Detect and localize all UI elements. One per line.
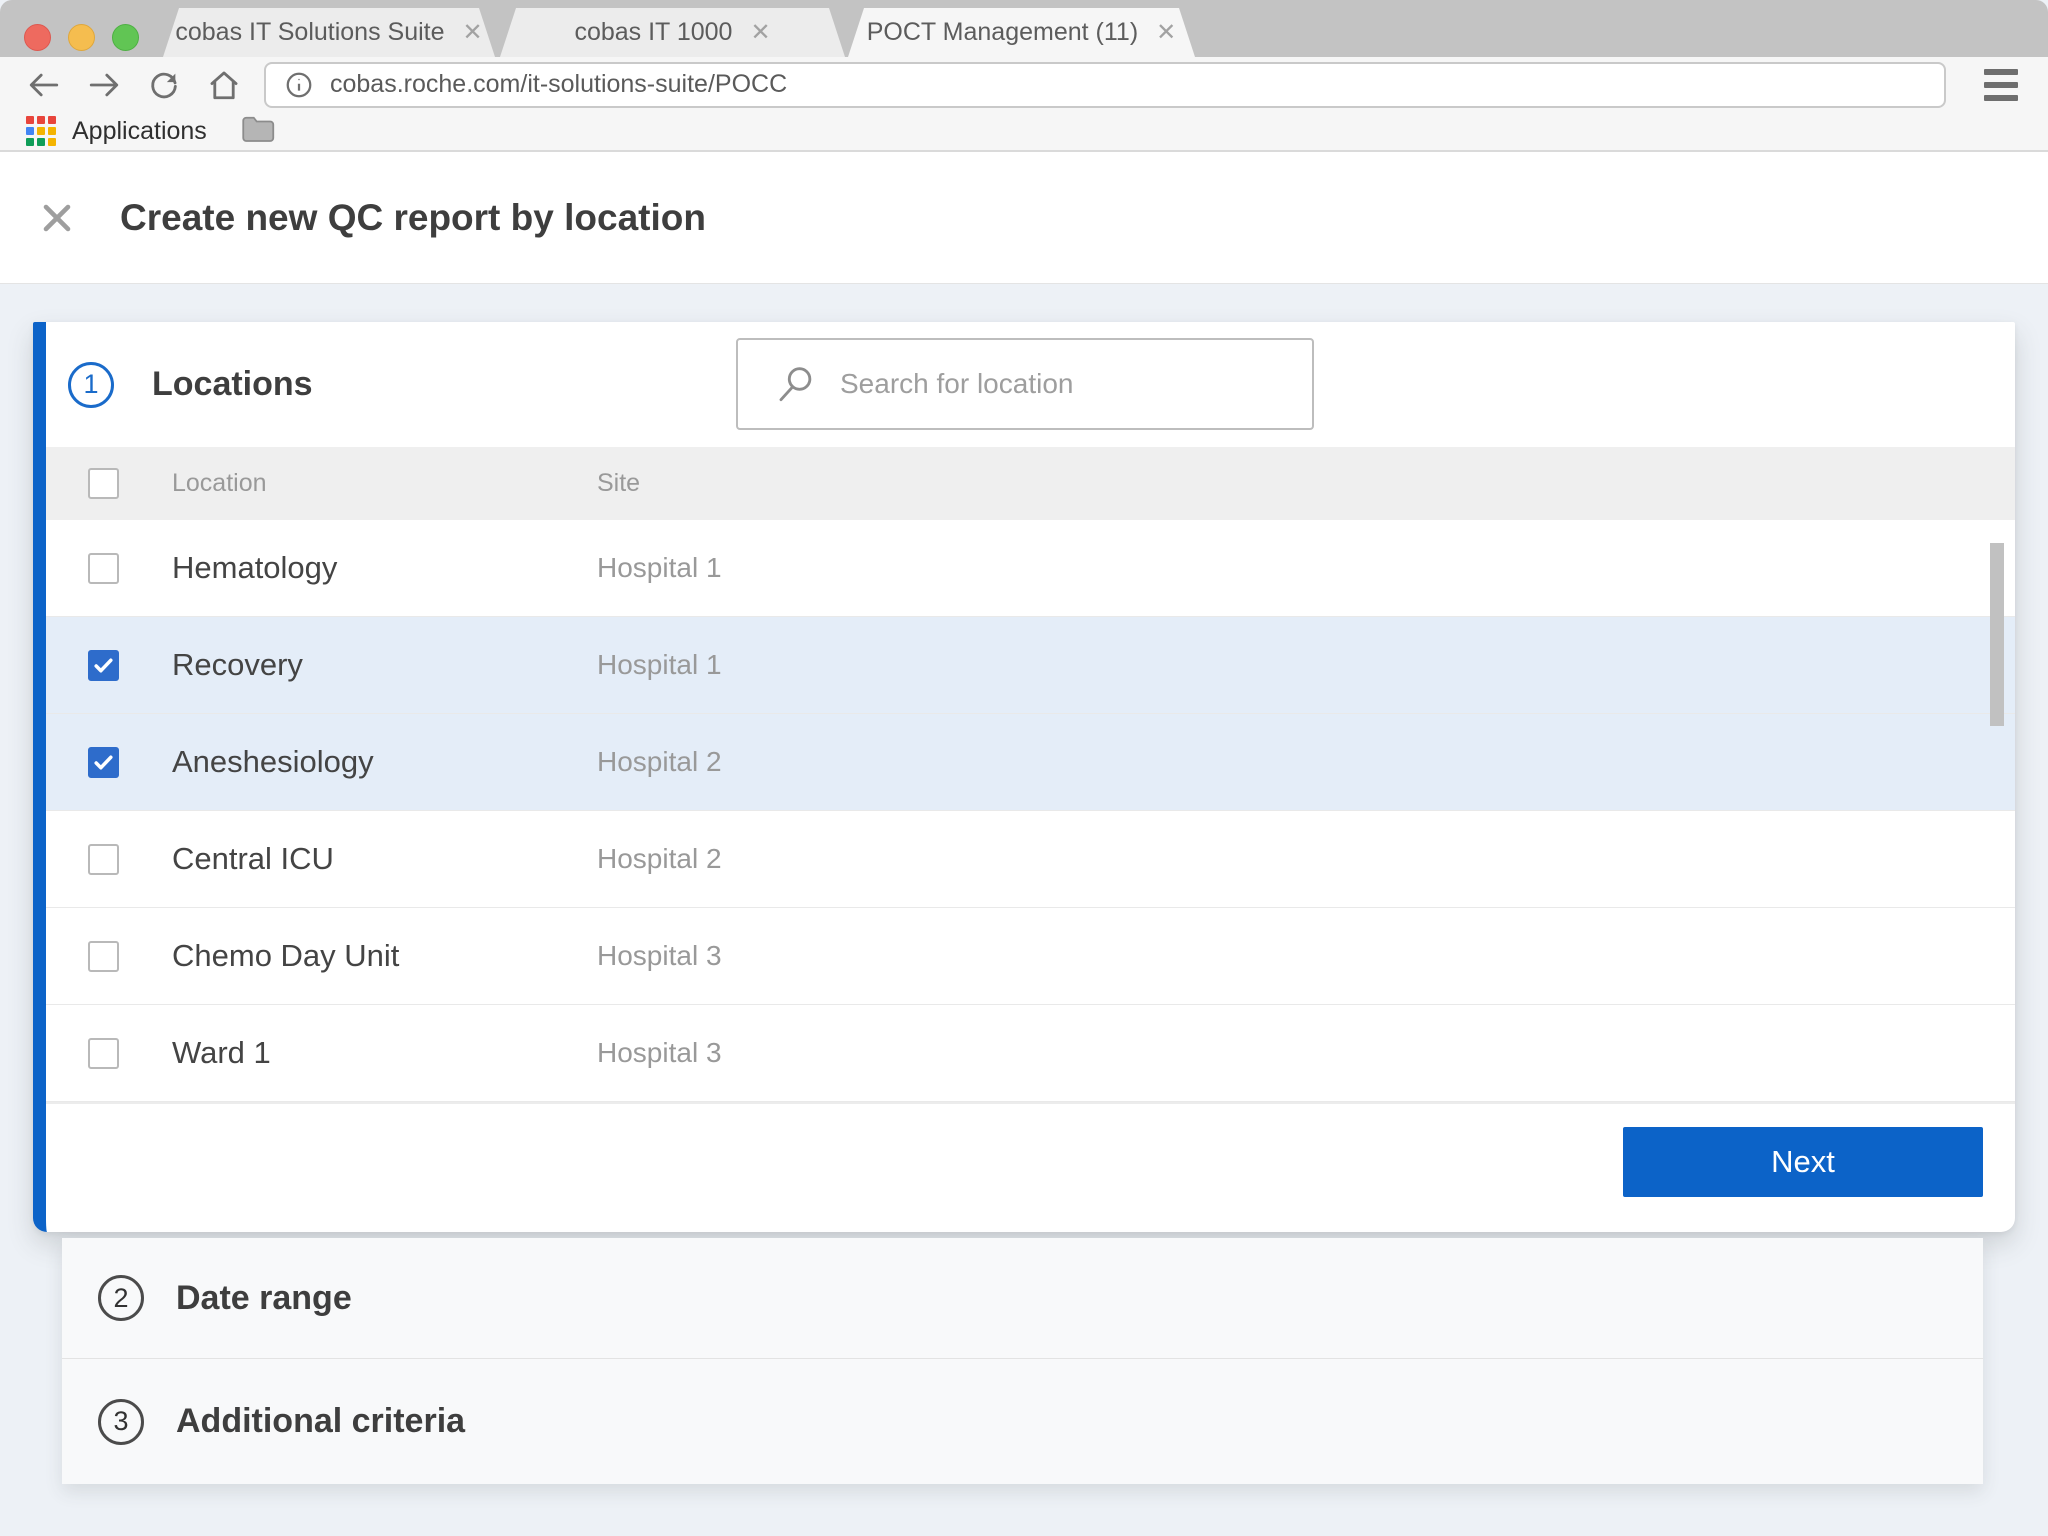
menu-icon[interactable] xyxy=(1980,65,2022,105)
step-label: Locations xyxy=(152,365,313,404)
address-bar[interactable]: cobas.roche.com/it-solutions-suite/POCC xyxy=(264,62,1946,108)
dialog-header: Create new QC report by location xyxy=(0,152,2048,284)
step-additional-criteria[interactable]: 3 Additional criteria xyxy=(62,1358,1983,1484)
bookmark-applications[interactable]: Applications xyxy=(72,117,207,146)
tab-poct-management[interactable]: POCT Management (11) ✕ xyxy=(848,8,1195,57)
location-cell: Central ICU xyxy=(172,841,597,877)
step-label: Date range xyxy=(176,1279,352,1318)
table-header-row: Location Site xyxy=(46,447,2015,520)
step-number-badge: 3 xyxy=(98,1399,144,1445)
search-icon xyxy=(776,364,816,404)
next-button[interactable]: Next xyxy=(1623,1127,1983,1197)
table-row[interactable]: Chemo Day UnitHospital 3 xyxy=(46,908,2015,1005)
step-date-range[interactable]: 2 Date range xyxy=(62,1238,1983,1358)
tab-close-icon[interactable]: ✕ xyxy=(750,21,770,45)
locations-step-panel: 1 Locations Location Site HematologyHosp… xyxy=(33,322,2015,1232)
row-checkbox[interactable] xyxy=(88,844,119,875)
step-label: Additional criteria xyxy=(176,1402,465,1441)
tab-close-icon[interactable]: ✕ xyxy=(463,21,483,45)
apps-grid-icon[interactable] xyxy=(26,116,56,146)
close-window-button[interactable] xyxy=(24,24,51,51)
row-checkbox[interactable] xyxy=(88,1038,119,1069)
table-row[interactable]: RecoveryHospital 1 xyxy=(46,617,2015,714)
minimize-window-button[interactable] xyxy=(68,24,95,51)
location-cell: Ward 1 xyxy=(172,1035,597,1071)
step-number-badge: 2 xyxy=(98,1275,144,1321)
search-input[interactable] xyxy=(840,368,1312,400)
site-cell: Hospital 1 xyxy=(597,552,2015,584)
zoom-window-button[interactable] xyxy=(112,24,139,51)
select-all-checkbox[interactable] xyxy=(88,468,119,499)
table-row[interactable]: Ward 1Hospital 3 xyxy=(46,1005,2015,1102)
tab-label: cobas IT Solutions Suite xyxy=(175,18,444,47)
window-controls xyxy=(24,24,139,51)
table-row[interactable]: HematologyHospital 1 xyxy=(46,520,2015,617)
url-text: cobas.roche.com/it-solutions-suite/POCC xyxy=(330,70,787,99)
location-cell: Recovery xyxy=(172,647,597,683)
collapsed-steps: 2 Date range 3 Additional criteria xyxy=(62,1238,1983,1484)
panel-footer: Next xyxy=(46,1102,2015,1232)
forward-icon[interactable] xyxy=(86,67,122,103)
bookmarks-bar: Applications xyxy=(0,112,2048,152)
dialog-body: 1 Locations Location Site HematologyHosp… xyxy=(0,284,2048,1533)
site-cell: Hospital 1 xyxy=(597,649,2015,681)
step-number-badge: 1 xyxy=(68,362,114,408)
info-icon xyxy=(284,70,314,100)
reload-icon[interactable] xyxy=(146,67,182,103)
tab-cobas-it-solutions-suite[interactable]: cobas IT Solutions Suite ✕ xyxy=(163,8,495,57)
site-cell: Hospital 2 xyxy=(597,746,2015,778)
site-cell: Hospital 3 xyxy=(597,940,2015,972)
tab-label: cobas IT 1000 xyxy=(574,18,732,47)
location-cell: Aneshesiology xyxy=(172,744,597,780)
table-row[interactable]: Central ICUHospital 2 xyxy=(46,811,2015,908)
column-header-site: Site xyxy=(597,469,2015,498)
location-search-box[interactable] xyxy=(736,338,1314,430)
locations-step-header: 1 Locations xyxy=(46,322,2015,447)
tab-close-icon[interactable]: ✕ xyxy=(1156,21,1176,45)
tab-cobas-it-1000[interactable]: cobas IT 1000 ✕ xyxy=(500,8,845,57)
column-header-location: Location xyxy=(172,469,597,498)
location-cell: Chemo Day Unit xyxy=(172,938,597,974)
browser-window: cobas IT Solutions Suite ✕ cobas IT 1000… xyxy=(0,0,2048,1533)
table-scrollbar[interactable] xyxy=(1990,543,2004,726)
row-checkbox[interactable] xyxy=(88,650,119,681)
tab-bar: cobas IT Solutions Suite ✕ cobas IT 1000… xyxy=(0,0,2048,57)
table-row[interactable]: AneshesiologyHospital 2 xyxy=(46,714,2015,811)
tab-label: POCT Management (11) xyxy=(867,18,1138,47)
site-cell: Hospital 2 xyxy=(597,843,2015,875)
browser-toolbar: cobas.roche.com/it-solutions-suite/POCC xyxy=(0,57,2048,112)
site-cell: Hospital 3 xyxy=(597,1037,2015,1069)
locations-table-body: HematologyHospital 1RecoveryHospital 1An… xyxy=(46,520,2015,1102)
bookmarks-folder-icon[interactable] xyxy=(241,114,277,149)
row-checkbox[interactable] xyxy=(88,747,119,778)
row-checkbox[interactable] xyxy=(88,941,119,972)
row-checkbox[interactable] xyxy=(88,553,119,584)
page-title: Create new QC report by location xyxy=(120,197,706,239)
home-icon[interactable] xyxy=(206,67,242,103)
close-icon[interactable] xyxy=(38,199,76,237)
location-cell: Hematology xyxy=(172,550,597,586)
back-icon[interactable] xyxy=(26,67,62,103)
